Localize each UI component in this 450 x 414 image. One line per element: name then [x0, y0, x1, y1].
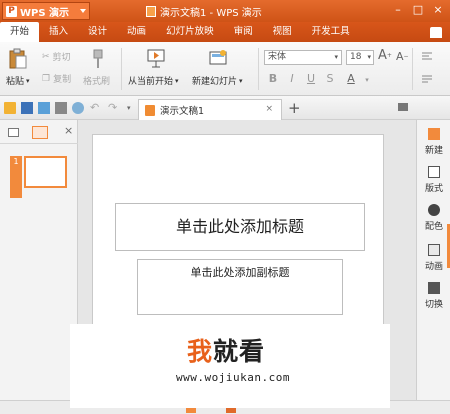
- cut-button[interactable]: ✂ 剪切: [42, 50, 71, 64]
- grow-font-button[interactable]: A +: [378, 48, 392, 63]
- window-title: 演示文稿1 - WPS 演示: [146, 4, 262, 19]
- title-bar: P WPS 演示 演示文稿1 - WPS 演示 – □ ×: [0, 0, 450, 22]
- task-layout[interactable]: 版式: [417, 166, 450, 194]
- font-size-value: 18: [350, 52, 362, 62]
- subtitle-placeholder[interactable]: 单击此处添加副标题: [137, 259, 343, 315]
- document-tab-label: 演示文稿1: [160, 106, 205, 117]
- title-placeholder[interactable]: 单击此处添加标题: [115, 203, 365, 251]
- bold-button[interactable]: B: [266, 72, 280, 85]
- format-painter-button[interactable]: 格式刷: [83, 74, 110, 87]
- task-animation[interactable]: 动画: [417, 244, 450, 272]
- tab-review[interactable]: 审阅: [224, 22, 263, 42]
- font-name-value: 宋体: [268, 52, 287, 62]
- presentation-file-icon: [145, 104, 155, 116]
- app-name: WPS 演示: [20, 7, 70, 19]
- task-color-label: 配色: [424, 222, 443, 232]
- new-slide-label: 新建幻灯片: [192, 77, 238, 87]
- paste-icon[interactable]: [8, 48, 28, 70]
- minimize-button[interactable]: –: [388, 2, 408, 18]
- document-tab[interactable]: 演示文稿1 ×: [138, 99, 282, 120]
- customize-dropdown-icon[interactable]: ▾: [127, 104, 131, 112]
- italic-button[interactable]: I: [285, 72, 299, 85]
- tab-developer[interactable]: 开发工具: [302, 22, 360, 42]
- menu-bar: 开始 插入 设计 动画 幻灯片放映 审阅 视图 开发工具: [0, 22, 450, 42]
- watermark-url: www.wojiukan.com: [176, 371, 290, 384]
- layout-icon: [428, 166, 440, 178]
- palette-icon: [428, 204, 440, 216]
- tab-home[interactable]: 开始: [0, 22, 40, 42]
- from-current-label: 从当前开始: [128, 77, 174, 87]
- shrink-font-label: A: [396, 50, 404, 63]
- task-panel: 新建 版式 配色 动画 切换: [416, 120, 450, 414]
- tab-animation[interactable]: 动画: [117, 22, 156, 42]
- task-layout-label: 版式: [424, 184, 443, 194]
- grow-font-label: A: [378, 48, 387, 63]
- open-folder-icon[interactable]: [4, 102, 16, 114]
- from-current-button[interactable]: 从当前开始 ▾: [128, 74, 179, 88]
- font-color-button[interactable]: A: [344, 72, 358, 85]
- tab-list-icon[interactable]: [398, 103, 408, 111]
- shrink-font-button[interactable]: A −: [396, 50, 409, 63]
- scissors-icon: ✂: [42, 51, 50, 62]
- task-color-scheme[interactable]: 配色: [417, 204, 450, 232]
- tab-view[interactable]: 视图: [263, 22, 302, 42]
- font-size-select[interactable]: 18 ▾: [346, 50, 374, 65]
- window-title-text: 演示文稿1 - WPS 演示: [160, 8, 262, 19]
- slide-panel-header: ×: [0, 120, 78, 144]
- tab-insert[interactable]: 插入: [39, 22, 78, 42]
- close-tab-icon[interactable]: ×: [265, 104, 273, 114]
- animation-icon: [428, 244, 440, 256]
- new-icon: [428, 128, 440, 140]
- task-animation-label: 动画: [424, 262, 443, 272]
- undo-icon[interactable]: ↶: [90, 101, 99, 114]
- strikethrough-button[interactable]: S: [323, 72, 337, 85]
- underline-button[interactable]: U: [304, 72, 318, 85]
- watermark-title-first: 我: [187, 337, 214, 366]
- close-button[interactable]: ×: [428, 2, 448, 18]
- wps-logo-icon: P: [6, 5, 17, 17]
- paste-button[interactable]: 粘贴 ▾: [6, 74, 30, 88]
- presentation-icon: [146, 6, 156, 17]
- save-icon[interactable]: [21, 102, 33, 114]
- app-menu-button[interactable]: P WPS 演示: [2, 2, 90, 20]
- paragraph-icon[interactable]: [420, 50, 434, 90]
- watermark-title-rest: 就看: [213, 337, 266, 366]
- brush-icon[interactable]: [88, 48, 108, 70]
- new-slide-icon[interactable]: [208, 48, 228, 70]
- slides-view-icon[interactable]: [32, 126, 48, 139]
- redo-icon[interactable]: ↷: [108, 101, 117, 114]
- font-name-select[interactable]: 宋体 ▾: [264, 50, 342, 65]
- print-icon[interactable]: [55, 102, 67, 114]
- task-transition-label: 切换: [424, 300, 443, 310]
- watermark: 我就看 www.wojiukan.com: [70, 324, 390, 408]
- copy-button[interactable]: ❐ 复制: [42, 72, 72, 86]
- tab-design[interactable]: 设计: [78, 22, 117, 42]
- task-new[interactable]: 新建: [417, 128, 450, 156]
- shirt-icon[interactable]: [430, 26, 442, 38]
- maximize-button[interactable]: □: [408, 2, 428, 18]
- tab-slideshow[interactable]: 幻灯片放映: [156, 22, 224, 42]
- new-tab-button[interactable]: +: [288, 99, 301, 117]
- paste-label: 粘贴: [6, 77, 25, 87]
- copy-icon: ❐: [42, 73, 51, 84]
- slide-panel: × 1: [0, 120, 78, 414]
- task-new-label: 新建: [424, 146, 443, 156]
- close-panel-icon[interactable]: ×: [64, 124, 73, 137]
- slide[interactable]: 单击此处添加标题 单击此处添加副标题: [92, 134, 384, 334]
- font-color-dropdown[interactable]: ▾: [360, 76, 374, 84]
- preview-icon[interactable]: [72, 102, 84, 114]
- slide-thumbnail[interactable]: [24, 156, 67, 188]
- transition-icon: [428, 282, 440, 294]
- watermark-title: 我就看: [187, 332, 265, 368]
- slide-number: 1: [10, 156, 22, 198]
- new-slide-button[interactable]: 新建幻灯片 ▾: [192, 74, 243, 88]
- play-from-current-icon[interactable]: [146, 48, 166, 70]
- outline-view-icon[interactable]: [8, 128, 19, 137]
- print-preview-icon[interactable]: [38, 102, 50, 114]
- chevron-down-icon: [80, 9, 86, 13]
- task-transition[interactable]: 切换: [417, 282, 450, 310]
- cut-label: 剪切: [52, 53, 71, 63]
- copy-label: 复制: [53, 75, 72, 85]
